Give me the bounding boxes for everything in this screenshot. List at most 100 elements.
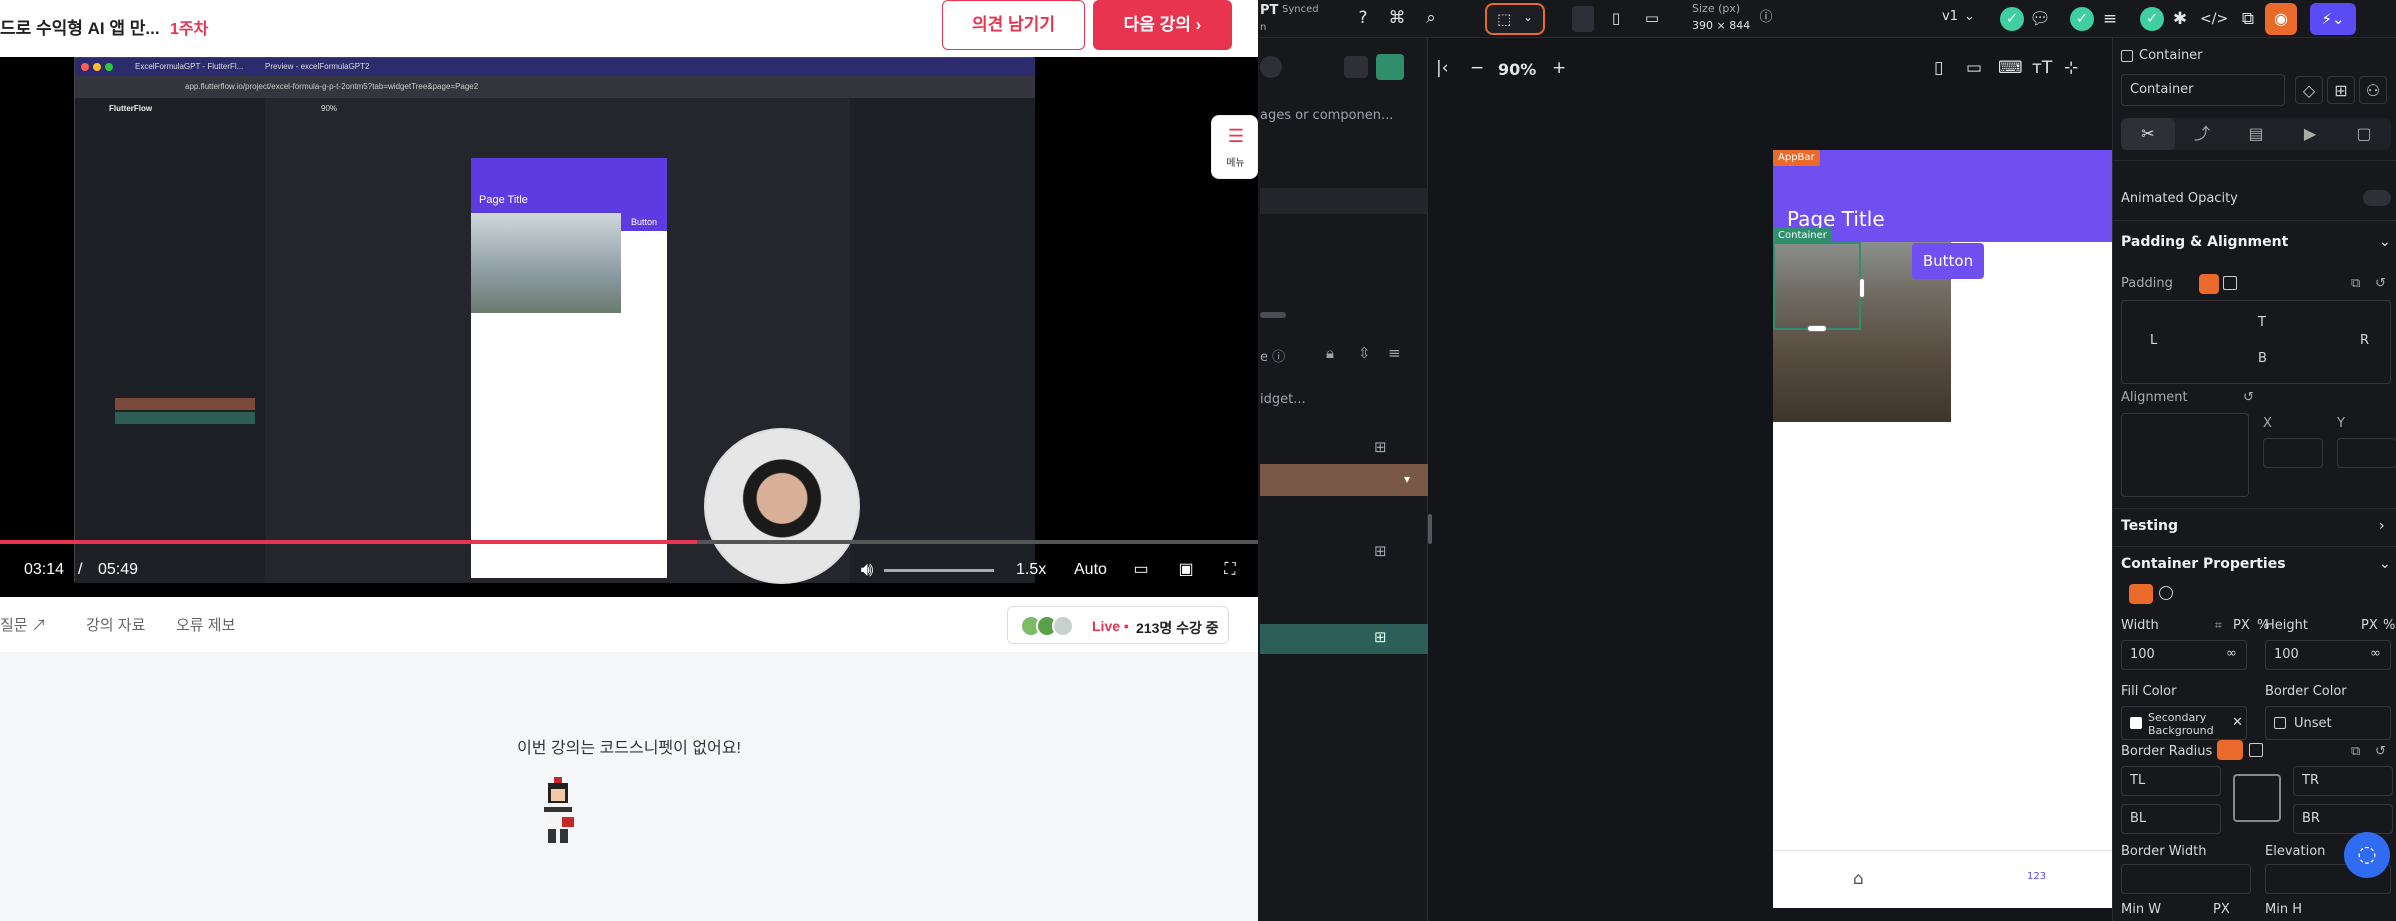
- expand-icon[interactable]: ⇳: [1358, 344, 1371, 362]
- folder-icon[interactable]: [1344, 56, 1368, 78]
- reset-icon[interactable]: ↺: [2375, 744, 2386, 759]
- comment-icon[interactable]: 💬︎: [2026, 5, 2054, 33]
- copy-icon[interactable]: ⧉: [2351, 276, 2360, 291]
- border-width-input[interactable]: [2121, 864, 2251, 894]
- infinity-icon[interactable]: ∞: [2226, 646, 2237, 661]
- quality-button[interactable]: Auto: [1074, 561, 1107, 579]
- collapse-panel-icon[interactable]: |‹: [1436, 58, 1449, 78]
- home-icon[interactable]: ⌂: [1853, 869, 1864, 889]
- phone-device-icon[interactable]: [1572, 6, 1594, 32]
- width-unit[interactable]: PX: [2233, 618, 2250, 633]
- tree-search-toggle[interactable]: e ⓘ: [1260, 346, 1285, 365]
- page-row[interactable]: [1260, 188, 1428, 214]
- tab-question[interactable]: 질문 ↗: [0, 614, 47, 635]
- theater-mode-icon[interactable]: ▣: [1173, 557, 1199, 583]
- infinity-icon[interactable]: ∞: [2370, 646, 2381, 661]
- checklist-icon[interactable]: ≡: [2096, 5, 2124, 33]
- check-status-icon[interactable]: ✓: [2140, 7, 2164, 31]
- tree-row-container-selected[interactable]: [1260, 624, 1428, 654]
- actions-tab-icon[interactable]: ⤴: [2175, 118, 2229, 150]
- tablet-device-icon[interactable]: ▯: [1602, 4, 1630, 32]
- animated-opacity-toggle[interactable]: [2363, 190, 2391, 206]
- testing-header[interactable]: Testing: [2121, 518, 2178, 534]
- speed-button[interactable]: 1.5x: [1016, 561, 1046, 579]
- panel-icon[interactable]: [1260, 56, 1282, 78]
- add-widget-icon[interactable]: ⊞: [1374, 542, 1387, 560]
- lock-icon[interactable]: 🔒︎: [1326, 344, 1334, 362]
- help-chat-icon[interactable]: ◌: [2344, 832, 2390, 878]
- add-page-icon[interactable]: [1376, 54, 1404, 80]
- clear-icon[interactable]: ✕: [2232, 715, 2243, 730]
- numbers-icon[interactable]: 123: [2027, 871, 2046, 882]
- page-search-input[interactable]: ages or componen...: [1260, 108, 1393, 123]
- copy-icon[interactable]: ⧉: [2351, 744, 2360, 759]
- fill-color-picker[interactable]: Secondary Background ✕: [2121, 706, 2247, 740]
- info-icon[interactable]: ⓘ: [1752, 4, 1780, 32]
- tab-materials[interactable]: 강의 자료: [86, 614, 145, 635]
- tree-layout-icon[interactable]: ⊹: [2064, 58, 2078, 78]
- radius-bl-input[interactable]: BL: [2121, 804, 2221, 834]
- search-icon[interactable]: ⌕: [1417, 4, 1445, 32]
- padding-editor[interactable]: L T R B: [2121, 300, 2391, 384]
- zoom-level[interactable]: 90%: [1498, 60, 1536, 79]
- tree-row-stack[interactable]: [1260, 464, 1428, 496]
- desktop-device-icon[interactable]: ▭: [1638, 4, 1666, 32]
- height-input[interactable]: 100 ∞: [2265, 640, 2391, 670]
- radius-tl-input[interactable]: TL: [2121, 766, 2221, 796]
- align-y-input[interactable]: [2337, 438, 2396, 468]
- check-status-icon[interactable]: ✓: [2070, 7, 2094, 31]
- properties-tab-icon[interactable]: ✂︎: [2121, 118, 2175, 150]
- component-icon[interactable]: ⊞: [2327, 76, 2355, 104]
- command-icon[interactable]: ⌘: [1383, 4, 1411, 32]
- widget-name-input[interactable]: Container: [2121, 74, 2285, 106]
- button-widget[interactable]: Button: [1912, 243, 1984, 279]
- add-widget-icon[interactable]: ⊞: [1374, 628, 1387, 646]
- wrap-icon[interactable]: ⚇: [2359, 76, 2387, 104]
- phone-preview-icon[interactable]: ▯: [1934, 58, 1943, 78]
- feedback-button[interactable]: 의견 남기기: [942, 0, 1085, 50]
- width-input[interactable]: 100 ∞: [2121, 640, 2247, 670]
- resize-handle[interactable]: [1859, 278, 1865, 298]
- sort-icon[interactable]: ≡: [1388, 344, 1401, 362]
- widget-search-input[interactable]: idget...: [1260, 392, 1306, 407]
- reset-icon[interactable]: ↺: [2243, 390, 2254, 405]
- version-select[interactable]: v1: [1942, 9, 1958, 24]
- radius-individual-toggle[interactable]: [2249, 743, 2263, 757]
- add-widget-icon[interactable]: ⊞: [1374, 438, 1387, 456]
- padding-individual-toggle[interactable]: [2223, 276, 2237, 290]
- align-x-input[interactable]: [2263, 438, 2323, 468]
- height-unit[interactable]: PX: [2361, 618, 2378, 633]
- diamond-icon[interactable]: ◇: [2295, 76, 2323, 104]
- shape-rectangle-toggle[interactable]: [2129, 584, 2153, 604]
- check-status-icon[interactable]: ✓: [2000, 7, 2024, 31]
- docs-tab-icon[interactable]: ▢: [2337, 118, 2391, 150]
- bug-icon[interactable]: ✱: [2166, 5, 2194, 33]
- widget-select-toggle[interactable]: ⬚ ⌄: [1485, 3, 1545, 35]
- backend-tab-icon[interactable]: ▤: [2229, 118, 2283, 150]
- zoom-in-icon[interactable]: +: [1552, 58, 1566, 78]
- open-external-icon[interactable]: ⧉: [2234, 5, 2262, 33]
- captions-icon[interactable]: ▭: [1128, 557, 1154, 583]
- keyboard-icon[interactable]: ⌨︎: [1998, 58, 2023, 78]
- video-player[interactable]: ExcelFormulaGPT - FlutterFl... Preview -…: [0, 57, 1258, 597]
- preview-eye-icon[interactable]: ◉: [2265, 3, 2297, 35]
- resize-handle[interactable]: [1807, 325, 1827, 332]
- chevron-right-icon[interactable]: ›: [2379, 518, 2385, 534]
- video-progress-bar[interactable]: [0, 540, 1258, 544]
- run-lightning-icon[interactable]: ⚡︎⌄: [2310, 3, 2356, 35]
- alignment-grid[interactable]: [2121, 413, 2249, 497]
- border-color-picker[interactable]: Unset: [2265, 706, 2391, 740]
- min-width-unit[interactable]: PX: [2213, 902, 2230, 917]
- shape-circle-toggle[interactable]: [2159, 586, 2173, 600]
- container-selection[interactable]: [1773, 242, 1861, 330]
- padding-alignment-header[interactable]: Padding & Alignment: [2121, 234, 2288, 250]
- code-icon[interactable]: </>: [2200, 5, 2228, 33]
- panel-resize-handle[interactable]: [1428, 514, 1432, 544]
- floating-menu-button[interactable]: ☰ 메뉴: [1211, 115, 1258, 179]
- volume-slider[interactable]: [884, 569, 994, 572]
- zoom-out-icon[interactable]: −: [1470, 58, 1484, 78]
- volume-icon[interactable]: 🔊︎: [854, 557, 880, 583]
- radius-uniform-toggle[interactable]: [2217, 740, 2243, 760]
- tab-report-error[interactable]: 오류 제보: [176, 614, 235, 635]
- radius-tr-input[interactable]: TR: [2293, 766, 2393, 796]
